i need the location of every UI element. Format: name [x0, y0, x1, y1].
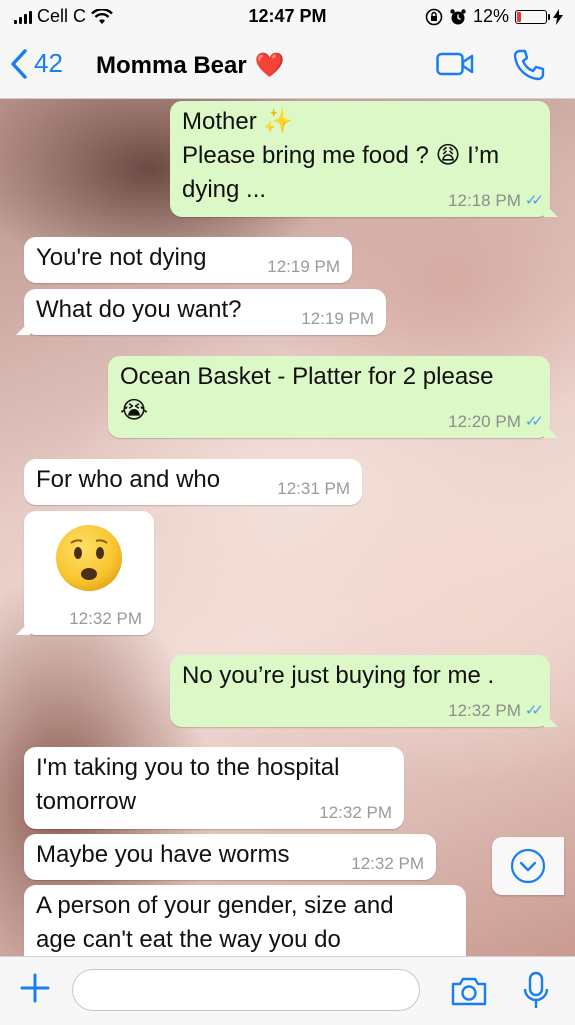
heart-emoji: ❤️	[254, 52, 285, 79]
message-timestamp: 12:19 PM	[267, 257, 340, 277]
unread-count: 42	[34, 48, 63, 78]
message-timestamp: 12:32 PM	[69, 609, 142, 629]
contact-title[interactable]: Momma Bear ❤️	[96, 51, 285, 80]
plus-icon[interactable]	[18, 971, 52, 1005]
message-bubble-incoming[interactable]: For who and who 12:31 PM	[24, 459, 362, 505]
chevron-left-icon	[11, 48, 27, 79]
message-bubble-incoming[interactable]: What do you want? 12:19 PM	[16, 289, 386, 335]
message-bubble-incoming[interactable]: You're not dying 12:19 PM	[24, 237, 352, 283]
message-timestamp: 12:18 PM ✓✓	[448, 191, 544, 211]
message-line: Ocean Basket - Platter for 2 please	[120, 363, 494, 390]
message-bubble-outgoing[interactable]: Ocean Basket - Platter for 2 please 😭 12…	[108, 356, 558, 438]
status-bar: Cell C 12:47 PM 12%	[0, 0, 575, 34]
chat-area[interactable]: Mother ✨ Please bring me food ? 😩 I’m dy…	[0, 99, 575, 956]
contact-name: Momma Bear	[96, 51, 247, 79]
message-time: 12:20 PM	[448, 412, 521, 431]
orientation-lock-icon	[425, 8, 443, 25]
message-timestamp: 12:32 PM	[351, 854, 424, 874]
read-ticks-icon: ✓✓	[524, 702, 544, 719]
chevron-down-circle-icon	[510, 848, 546, 884]
chat-header: 42 Momma Bear ❤️	[0, 34, 575, 99]
camera-icon[interactable]	[450, 975, 488, 1007]
microphone-icon[interactable]	[522, 971, 550, 1011]
message-time: 12:32 PM	[448, 701, 521, 720]
battery-percent: 12%	[472, 6, 509, 26]
message-line: age can't eat the way you do	[36, 926, 341, 953]
message-time: 12:31 PM	[277, 479, 350, 498]
message-line: I'm taking you to the hospital	[36, 754, 340, 781]
message-input-bar	[0, 956, 575, 1025]
message-time: 12:32 PM	[69, 609, 142, 628]
message-bubble-outgoing[interactable]: No you’re just buying for me . 12:32 PM …	[170, 655, 558, 727]
message-time: 12:19 PM	[301, 309, 374, 328]
video-call-icon[interactable]	[436, 52, 474, 76]
read-ticks-icon: ✓✓	[524, 192, 544, 209]
message-timestamp: 12:32 PM ✓✓	[448, 701, 544, 721]
message-timestamp: 12:20 PM ✓✓	[448, 412, 544, 432]
message-time: 12:32 PM	[319, 803, 392, 822]
back-button[interactable]: 42	[10, 48, 63, 79]
message-line: No you’re just buying for me .	[182, 662, 495, 689]
message-time: 12:18 PM	[448, 191, 521, 210]
message-bubble-incoming[interactable]: Maybe you have worms 12:32 PM	[24, 834, 436, 880]
read-ticks-icon: ✓✓	[524, 413, 544, 430]
frowning-face-emoji	[56, 525, 122, 591]
message-time: 12:19 PM	[267, 257, 340, 276]
alarm-icon	[450, 8, 466, 24]
message-input[interactable]	[72, 969, 420, 1011]
status-right: 12%	[425, 6, 563, 27]
message-bubble-outgoing[interactable]: Mother ✨ Please bring me food ? 😩 I’m dy…	[170, 101, 558, 217]
message-time: 12:32 PM	[351, 854, 424, 873]
message-bubble-incoming[interactable]: 12:32 PM	[16, 511, 154, 635]
message-timestamp: 12:31 PM	[277, 479, 350, 499]
message-timestamp: 12:19 PM	[301, 309, 374, 329]
charging-icon	[553, 8, 563, 25]
battery-icon	[515, 9, 550, 24]
message-bubble-incoming[interactable]: A person of your gender, size and age ca…	[24, 885, 466, 956]
message-line: Mother ✨	[182, 108, 294, 135]
message-line: A person of your gender, size and	[36, 892, 394, 919]
message-bubble-incoming[interactable]: I'm taking you to the hospital tomorrow …	[24, 747, 404, 829]
message-timestamp: 12:32 PM	[319, 803, 392, 823]
scroll-to-bottom-button[interactable]	[492, 837, 564, 895]
message-line: Please bring me food ? 😩 I’m	[182, 142, 500, 169]
phone-icon[interactable]	[512, 48, 546, 82]
